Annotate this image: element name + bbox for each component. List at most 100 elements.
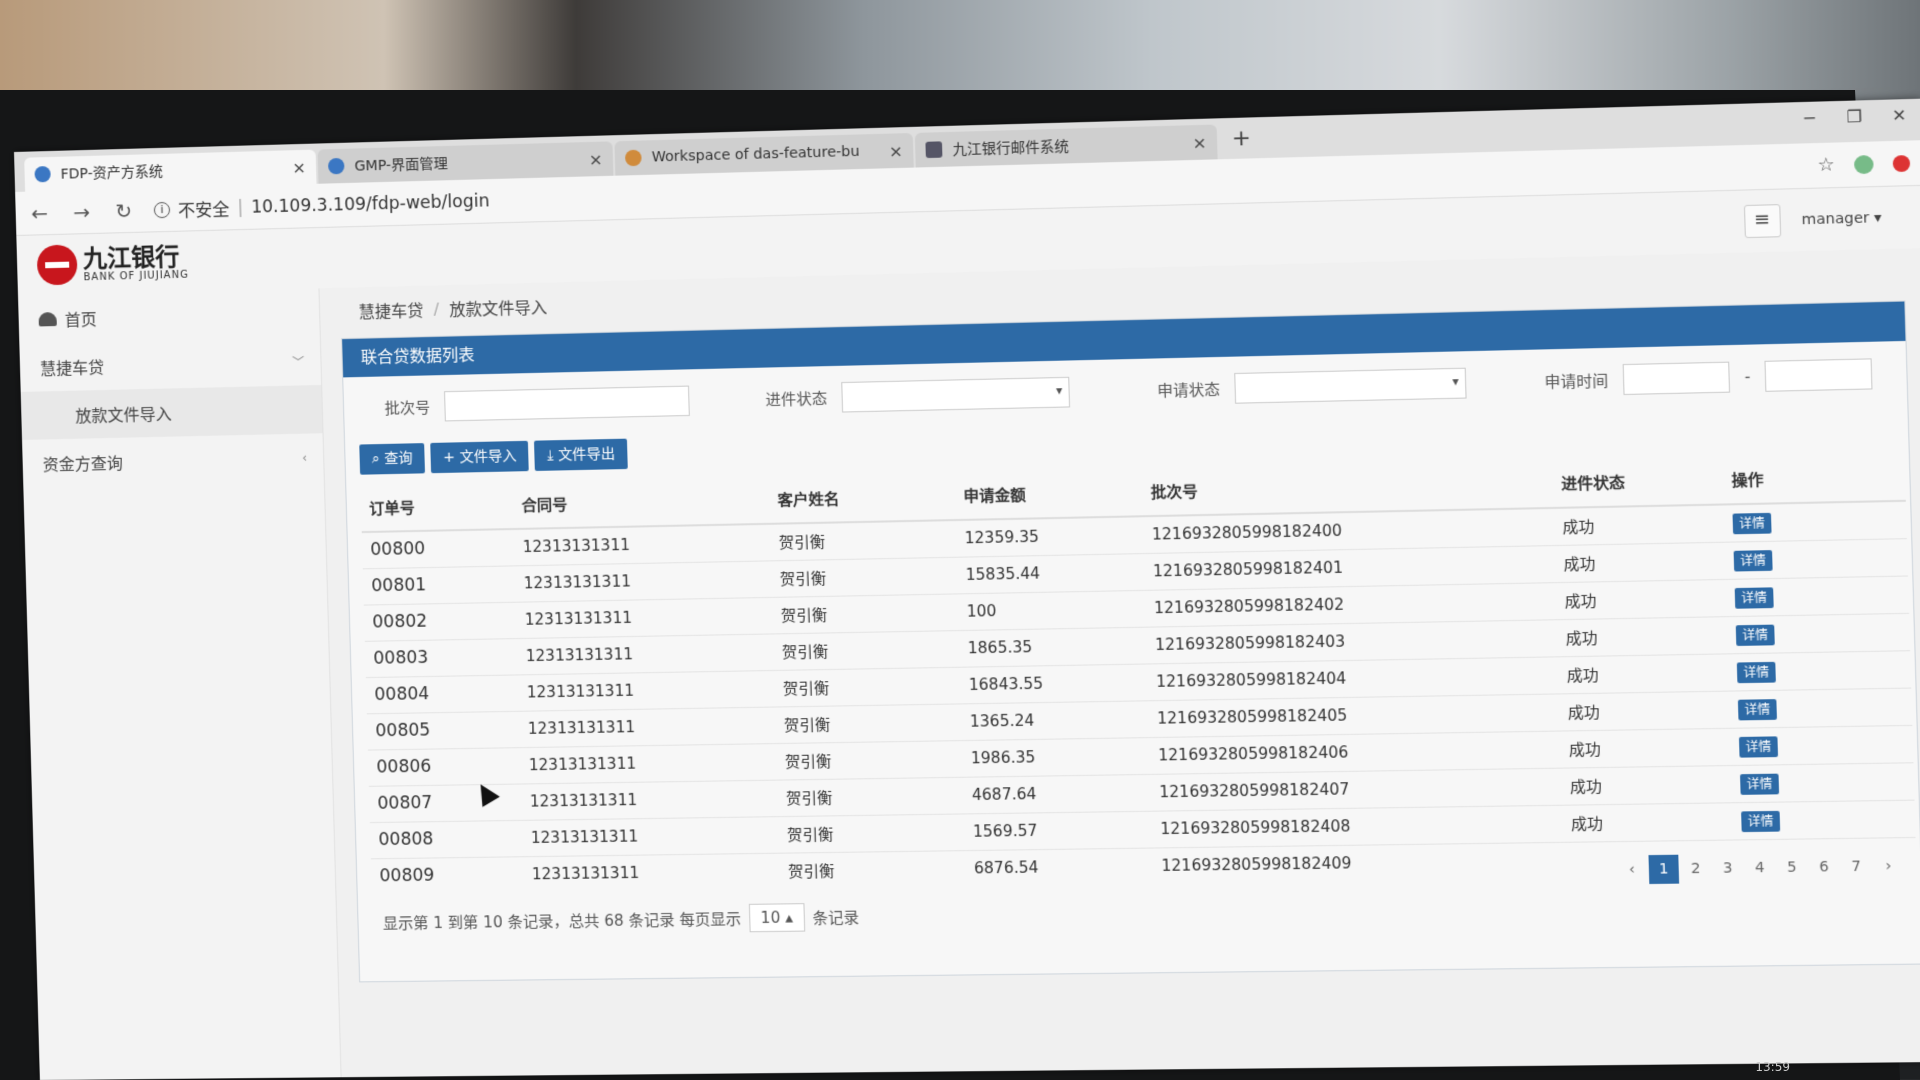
page-link[interactable]: 1 [1648,855,1679,884]
progress-status-select[interactable] [841,377,1070,413]
table-cell: 12313131311 [518,670,775,711]
detail-button[interactable]: 详情 [1741,811,1780,832]
page-link[interactable]: 5 [1777,853,1808,882]
query-button[interactable]: ⌕ 查询 [359,443,425,475]
sidebar-item-label: 慧捷车贷 [40,354,105,380]
table-cell: 贺引衡 [773,630,960,670]
table-cell: 12313131311 [517,633,774,674]
table-cell: 00801 [363,565,516,604]
table-cell: 00800 [362,529,515,568]
info-icon[interactable]: i [154,201,171,217]
column-header: 操作 [1722,453,1905,504]
bank-logo-mark [37,244,78,285]
page-size-value: 10 [760,909,780,928]
forward-arrow-icon[interactable]: → [69,199,94,224]
sidebar-item-home[interactable]: 首页 [18,288,320,344]
page-link[interactable]: 3 [1712,854,1743,883]
table-cell: 贺引衡 [776,740,963,780]
sidebar-item-loan-import[interactable]: 放款文件导入 [21,385,323,440]
close-icon[interactable]: × [1192,132,1207,152]
page-size-select[interactable]: 10 ▴ [749,903,805,932]
table-cell: 00807 [369,784,522,823]
breadcrumb-root[interactable]: 慧捷车贷 [358,297,424,323]
apply-time-start[interactable] [1623,362,1730,395]
page-link[interactable]: 4 [1744,853,1775,882]
column-header: 申请金额 [955,469,1144,520]
detail-button[interactable]: 详情 [1738,699,1777,720]
table-cell: 12313131311 [516,597,773,638]
page-link[interactable]: 6 [1809,853,1840,882]
page-link[interactable]: › [1873,852,1904,881]
table-cell: 1986.35 [962,737,1150,777]
table-cell: 贺引衡 [778,813,965,852]
table-cell: 12313131311 [519,707,776,748]
table-cell: 成功 [1557,616,1728,656]
close-icon[interactable]: × [589,149,603,169]
chevron-down-icon: ﹀ [292,353,305,370]
user-menu[interactable]: manager ▾ [1801,210,1881,229]
download-icon: ⤓ [547,447,558,463]
sidebar-item-label: 首页 [64,306,97,331]
extension-icon[interactable] [1893,155,1911,172]
table-cell: 1569.57 [964,811,1152,850]
table-cell: 12313131311 [523,853,780,893]
page-link[interactable]: 2 [1680,854,1711,883]
detail-button[interactable]: 详情 [1739,736,1778,757]
close-icon[interactable]: × [292,157,306,176]
sidebar-item-fund-query[interactable]: 资金方查询 ‹ [22,433,324,488]
detail-button[interactable]: 详情 [1737,662,1776,683]
restore-icon[interactable]: ❐ [1846,107,1862,127]
mail-app-icon [925,141,942,158]
table-cell: 成功 [1556,579,1727,619]
batch-input[interactable] [444,386,690,422]
page-link[interactable]: ‹ [1617,855,1648,884]
close-icon[interactable]: × [889,141,903,161]
tab-title: FDP-资产方系统 [60,158,284,184]
import-button[interactable]: + 文件导入 [431,441,530,473]
detail-button[interactable]: 详情 [1734,550,1773,571]
bookmark-star-icon[interactable]: ☆ [1817,154,1835,176]
menu-toggle-button[interactable]: ≡ [1743,204,1780,238]
detail-button[interactable]: 详情 [1733,513,1772,534]
bank-name-cn: 九江银行 [83,243,189,272]
table-cell: 15835.44 [957,553,1145,593]
apply-status-label: 申请状态 [1157,378,1220,401]
bank-logo: 九江银行 BANK OF JIUJIANG [37,241,189,285]
table-cell: 成功 [1553,504,1724,545]
table-cell: 00805 [367,711,520,750]
detail-button[interactable]: 详情 [1740,774,1779,795]
tab-title: GMP-界面管理 [354,149,581,175]
table-cell: 1865.35 [959,627,1147,667]
table-cell: 贺引衡 [774,667,961,707]
breadcrumb-separator: / [433,299,439,318]
apply-time-end[interactable] [1765,358,1873,392]
apply-status-select[interactable] [1234,368,1466,404]
detail-button[interactable]: 详情 [1736,625,1775,646]
close-window-icon[interactable]: ✕ [1892,105,1907,125]
reload-icon[interactable]: ↻ [111,198,136,223]
new-tab-button[interactable]: + [1231,125,1251,151]
export-button[interactable]: ⤓ 文件导出 [534,439,627,471]
progress-status-label: 进件状态 [765,387,827,410]
user-name: manager [1801,210,1869,228]
page-link[interactable]: 7 [1841,852,1872,881]
date-separator: - [1744,367,1750,386]
table-cell: 1365.24 [961,700,1149,740]
table-cell: 贺引衡 [775,703,962,743]
table-cell: 成功 [1562,802,1733,842]
table-cell: 00803 [365,638,518,677]
table-cell: 贺引衡 [772,593,959,633]
chevron-left-icon: ‹ [302,451,307,465]
sidebar-item-label: 资金方查询 [42,450,123,476]
taskbar-clock: 13:59 [1755,1060,1790,1074]
table-cell: 12313131311 [514,524,771,566]
detail-button[interactable]: 详情 [1735,587,1774,608]
column-header: 批次号 [1142,461,1554,517]
window-controls: − ❐ ✕ [1802,105,1907,128]
minimize-icon[interactable]: − [1802,108,1817,128]
profile-icon[interactable] [1854,154,1874,173]
back-arrow-icon[interactable]: ← [27,201,52,226]
table-cell: 00808 [370,820,523,858]
app: 九江银行 BANK OF JIUJIANG ≡ manager ▾ 首页 慧捷车… [16,186,1920,1080]
sidebar-item-car-loan[interactable]: 慧捷车贷 ﹀ [19,337,321,392]
